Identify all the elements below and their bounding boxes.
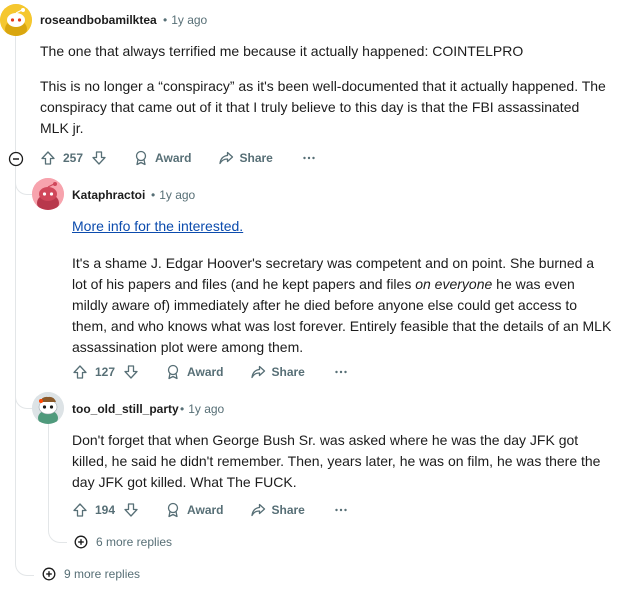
comment-link-line: More info for the interested. (72, 216, 612, 237)
award-button[interactable]: Award (133, 150, 192, 166)
avatar[interactable] (0, 4, 32, 36)
thread-curve (15, 555, 34, 576)
award-icon (167, 502, 179, 518)
comment-text: It's a shame J. Edgar Hoover's secretary… (72, 255, 612, 355)
minus-circle-icon (8, 151, 24, 167)
avatar[interactable] (32, 178, 64, 210)
more-replies-button[interactable]: 6 more replies (74, 535, 172, 549)
award-icon (135, 150, 147, 166)
upvote-button[interactable] (40, 150, 56, 166)
plus-circle-icon (42, 567, 56, 581)
share-icon (250, 365, 265, 379)
downvote-icon (124, 365, 138, 379)
share-button[interactable]: Share (218, 150, 273, 166)
downvote-icon (124, 503, 138, 517)
vote-count: 257 (63, 151, 84, 165)
share-icon (250, 503, 265, 517)
timestamp: • 1y ago (180, 402, 225, 416)
emphasis-text: on everyone (415, 276, 493, 292)
info-link[interactable]: More info for the interested. (72, 218, 243, 234)
more-replies-label: 9 more replies (64, 567, 141, 581)
vote-count: 127 (95, 365, 116, 379)
more-options-button[interactable] (301, 150, 317, 166)
share-icon (218, 151, 233, 165)
comment-text: The one that always terrified me because… (40, 43, 524, 59)
downvote-button[interactable] (123, 364, 139, 380)
downvote-icon (92, 151, 106, 165)
share-label: Share (271, 503, 305, 517)
snoo-avatar-icon (0, 4, 32, 36)
more-replies-label: 6 more replies (96, 535, 173, 549)
comment-text: This is no longer a “conspiracy” as it's… (40, 78, 606, 136)
upvote-button[interactable] (72, 364, 88, 380)
thread-curve (48, 524, 67, 543)
collapse-thread-button[interactable] (8, 151, 24, 172)
upvote-icon (73, 365, 87, 379)
avatar[interactable] (32, 392, 64, 424)
more-options-button[interactable] (333, 502, 349, 518)
upvote-button[interactable] (72, 502, 88, 518)
ellipsis-icon (335, 508, 347, 512)
more-options-button[interactable] (333, 364, 349, 380)
thread-line (15, 36, 16, 564)
share-button[interactable]: Share (250, 364, 305, 380)
share-button[interactable]: Share (250, 502, 305, 518)
username[interactable]: roseandbobamilktea (40, 13, 157, 27)
award-label: Award (187, 503, 224, 517)
comment-actions: 194 Award Share (72, 498, 349, 522)
award-label: Award (155, 151, 192, 165)
more-replies-button[interactable]: 9 more replies (42, 567, 140, 581)
comment-actions: 127 Award Share (72, 360, 349, 384)
timestamp: • 1y ago (151, 188, 196, 202)
username[interactable]: Kataphractoi (72, 188, 145, 202)
share-label: Share (239, 151, 273, 165)
vote-count: 194 (95, 503, 116, 517)
upvote-icon (41, 151, 55, 165)
comment-text: Don't forget that when George Bush Sr. w… (72, 432, 601, 490)
award-label: Award (187, 365, 224, 379)
timestamp: • 1y ago (163, 13, 208, 27)
downvote-button[interactable] (91, 150, 107, 166)
share-label: Share (271, 365, 305, 379)
plus-circle-icon (74, 535, 88, 549)
award-button[interactable]: Award (165, 364, 224, 380)
snoo-avatar-icon (32, 392, 64, 424)
award-button[interactable]: Award (165, 502, 224, 518)
downvote-button[interactable] (123, 502, 139, 518)
upvote-icon (73, 503, 87, 517)
award-icon (167, 364, 179, 380)
snoo-avatar-icon (32, 178, 64, 210)
comment-actions: 257 Award Share (40, 146, 317, 170)
username[interactable]: too_old_still_party (72, 402, 179, 416)
ellipsis-icon (335, 370, 347, 374)
thread-line (48, 424, 49, 528)
ellipsis-icon (303, 156, 315, 160)
